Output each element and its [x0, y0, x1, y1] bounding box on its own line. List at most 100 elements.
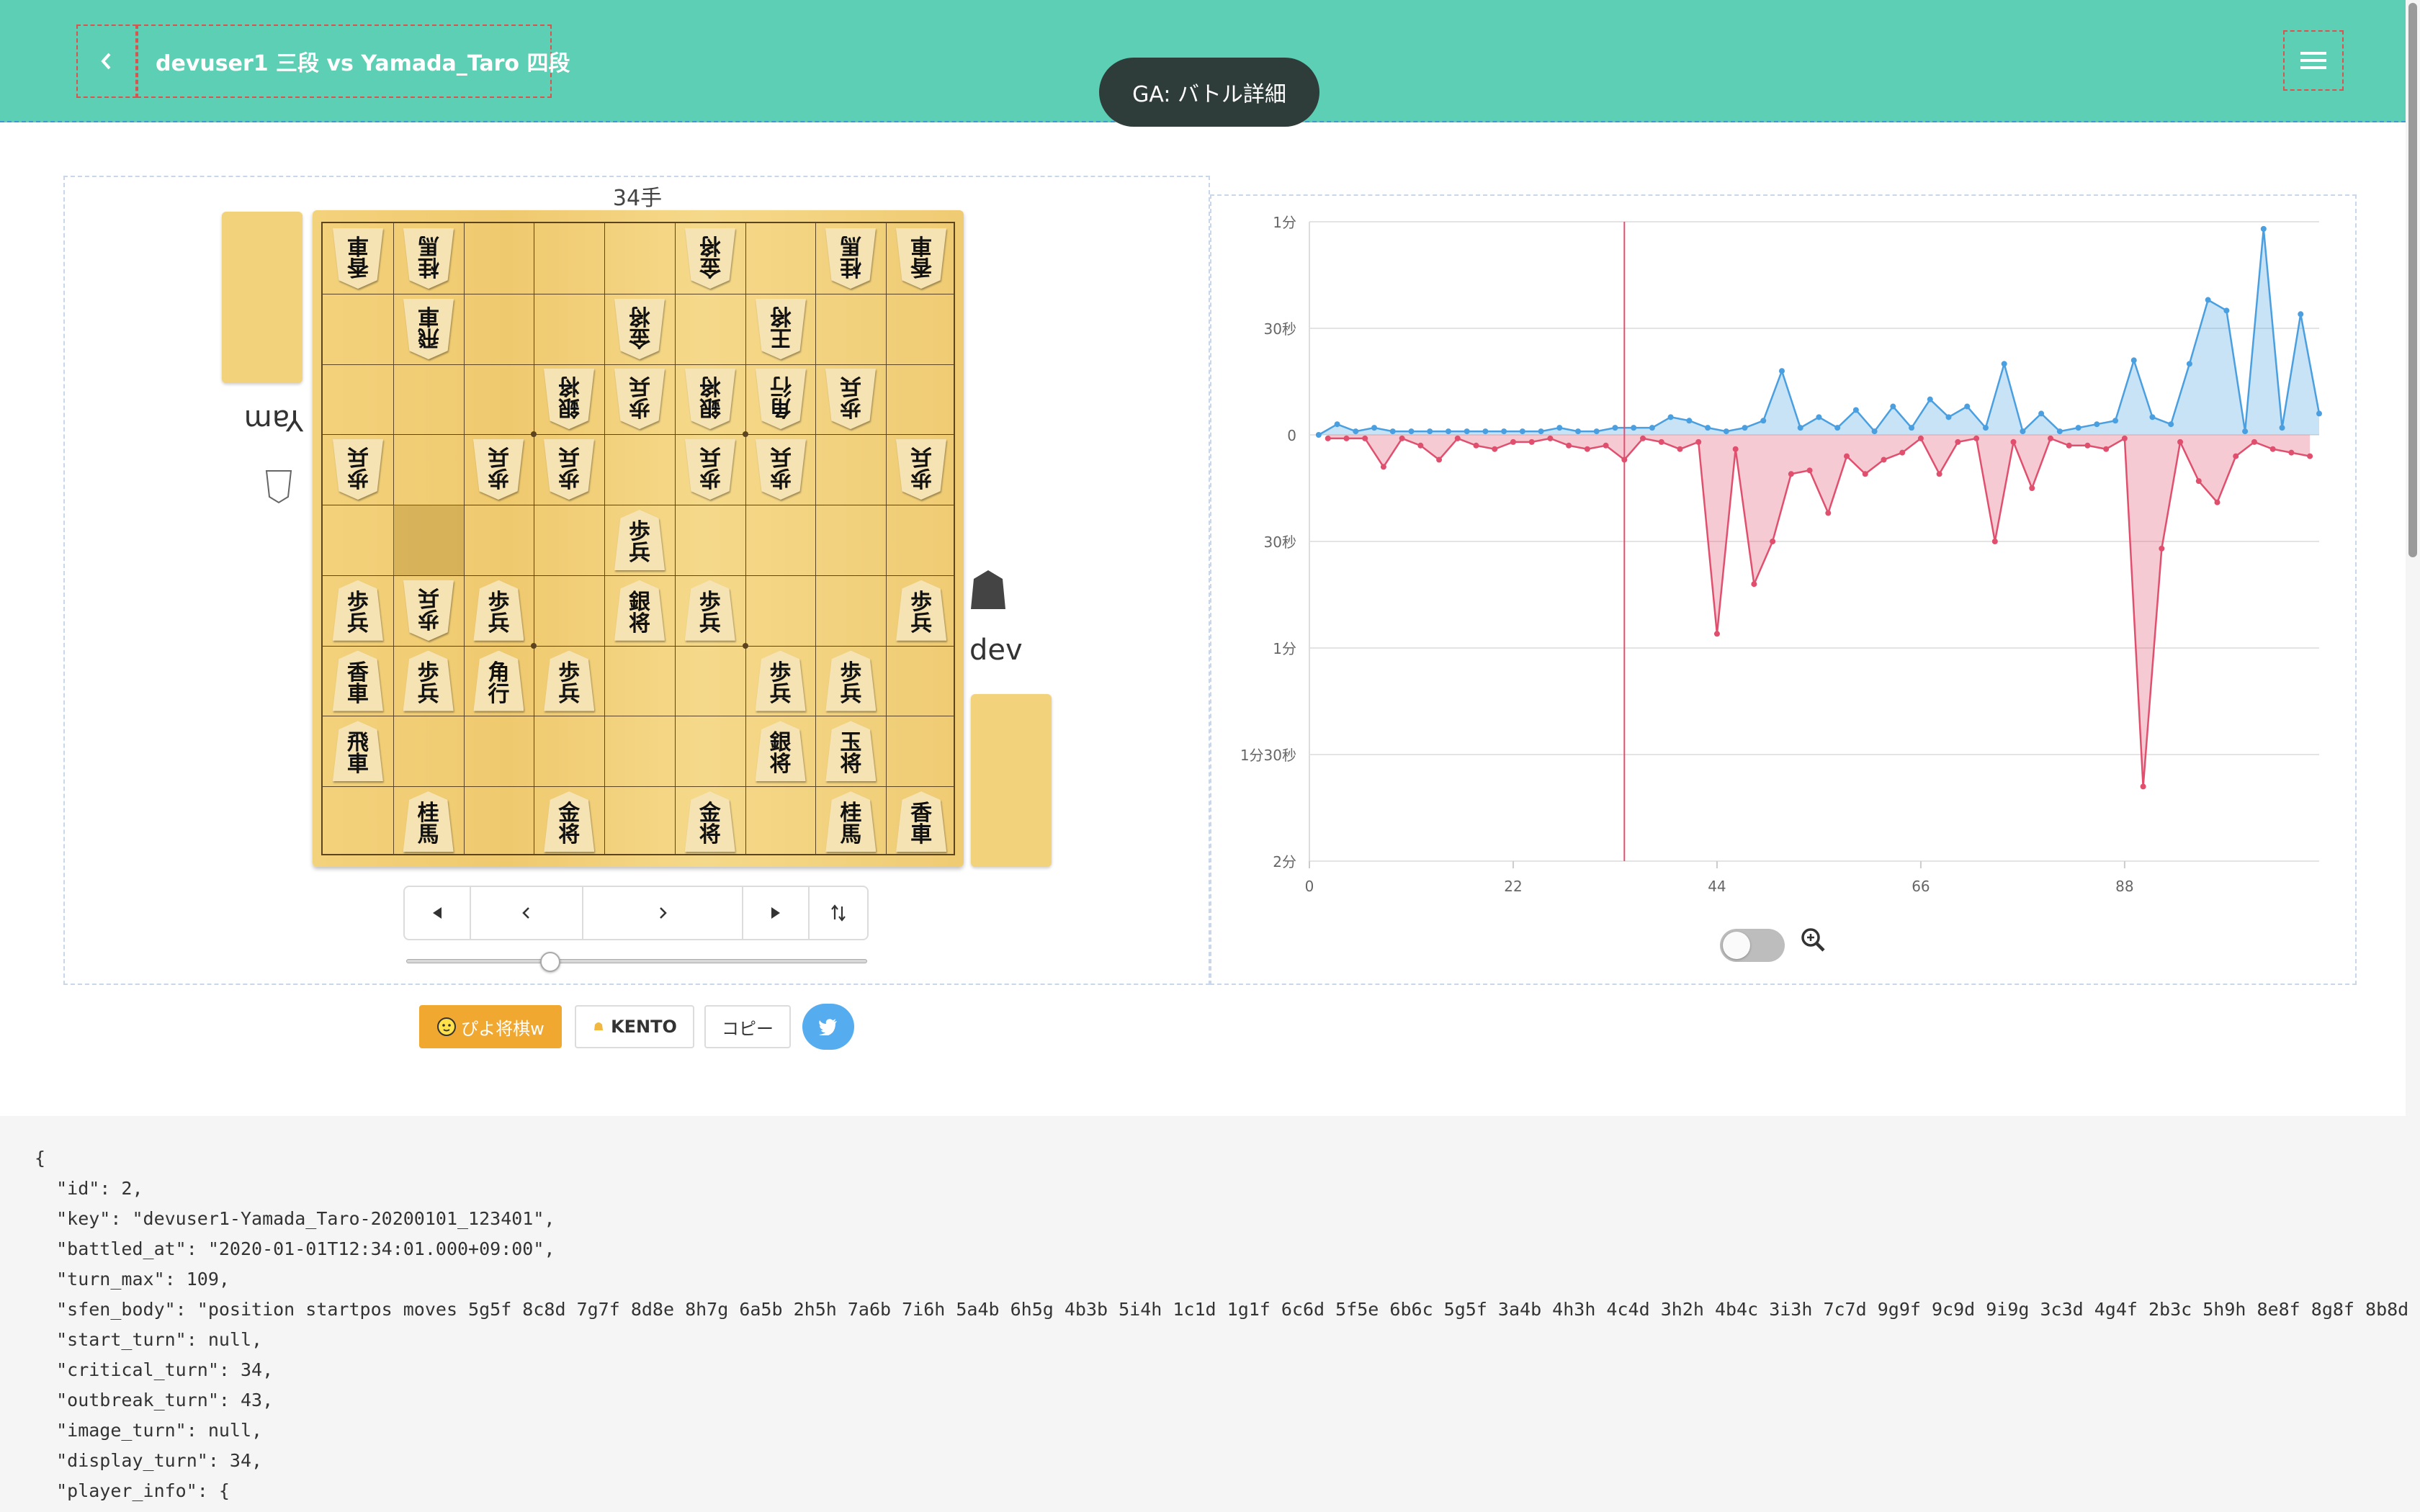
gote-piece[interactable]: 歩兵 — [544, 439, 594, 500]
board-square[interactable]: 歩兵 — [323, 434, 393, 505]
gote-piece[interactable]: 飛車 — [403, 299, 454, 359]
scrollbar-thumb[interactable] — [2408, 3, 2417, 557]
board-square[interactable]: 歩兵 — [745, 434, 816, 505]
board-square[interactable]: 歩兵 — [815, 364, 886, 435]
gote-piece[interactable]: 銀将 — [544, 369, 594, 429]
board-square[interactable]: 歩兵 — [886, 575, 956, 646]
board-square[interactable]: 角行 — [745, 364, 816, 435]
turn-slider[interactable] — [406, 952, 867, 972]
gote-hand[interactable] — [222, 212, 302, 383]
board-square[interactable]: 歩兵 — [745, 646, 816, 716]
slider-knob[interactable] — [539, 952, 560, 972]
sente-piece[interactable]: 飛車 — [332, 721, 383, 782]
board-square[interactable]: 金将 — [604, 294, 675, 364]
board-square[interactable]: 歩兵 — [675, 434, 745, 505]
sente-piece[interactable]: 歩兵 — [473, 580, 524, 641]
gote-piece[interactable]: 歩兵 — [685, 439, 735, 500]
board-square[interactable]: 香車 — [323, 223, 393, 294]
board-square[interactable]: 金将 — [675, 223, 745, 294]
last-move-button[interactable] — [743, 887, 810, 939]
gote-piece[interactable]: 桂馬 — [825, 228, 876, 289]
kento-button[interactable]: KENTO — [575, 1005, 694, 1048]
board-square[interactable]: 歩兵 — [464, 434, 534, 505]
sente-piece[interactable]: 歩兵 — [332, 580, 383, 641]
board-square[interactable]: 銀将 — [604, 575, 675, 646]
sente-piece[interactable]: 桂馬 — [825, 791, 877, 852]
board-square[interactable]: 飛車 — [393, 294, 464, 364]
gote-piece[interactable]: 王将 — [756, 299, 806, 359]
gote-piece[interactable]: 歩兵 — [614, 369, 665, 429]
board-square[interactable]: 歩兵 — [675, 575, 745, 646]
gote-piece[interactable]: 角行 — [756, 369, 806, 429]
board-square[interactable]: 銀将 — [675, 364, 745, 435]
gote-piece[interactable]: 歩兵 — [896, 439, 946, 500]
board-square[interactable]: 金将 — [534, 786, 604, 857]
sente-piece[interactable]: 歩兵 — [614, 510, 665, 570]
sente-piece[interactable]: 銀将 — [755, 721, 806, 782]
copy-button[interactable]: コピー — [704, 1005, 791, 1048]
board-square[interactable]: 歩兵 — [534, 434, 604, 505]
sente-piece[interactable]: 歩兵 — [684, 580, 735, 641]
slider-track[interactable] — [406, 959, 867, 963]
menu-button[interactable] — [2283, 30, 2344, 91]
sente-piece[interactable]: 玉将 — [825, 721, 877, 782]
gote-piece[interactable]: 歩兵 — [756, 439, 806, 500]
board-square[interactable]: 歩兵 — [886, 434, 956, 505]
gote-piece[interactable]: 歩兵 — [473, 439, 524, 500]
board-square[interactable]: 玉将 — [815, 716, 886, 786]
sente-piece[interactable]: 歩兵 — [896, 580, 947, 641]
gote-piece[interactable]: 桂馬 — [403, 228, 454, 289]
board-square[interactable]: 香車 — [323, 646, 393, 716]
gote-piece[interactable]: 金将 — [685, 228, 735, 289]
board-square[interactable]: 歩兵 — [604, 505, 675, 575]
sente-piece[interactable]: 金将 — [684, 791, 735, 852]
gote-piece[interactable]: 香車 — [896, 228, 946, 289]
next-move-button[interactable] — [583, 887, 743, 939]
board-square[interactable]: 歩兵 — [815, 646, 886, 716]
flip-board-button[interactable] — [810, 887, 867, 939]
board-square[interactable]: 桂馬 — [393, 223, 464, 294]
shogi-board[interactable]: 香車桂馬金将桂馬香車飛車金将王将銀将歩兵銀将角行歩兵歩兵歩兵歩兵歩兵歩兵歩兵歩兵… — [313, 210, 964, 867]
first-move-button[interactable] — [405, 887, 471, 939]
back-button[interactable] — [76, 24, 137, 98]
chart-mode-toggle[interactable] — [1720, 929, 1785, 962]
board-square[interactable]: 王将 — [745, 294, 816, 364]
board-square[interactable]: 銀将 — [745, 716, 816, 786]
sente-piece[interactable]: 桂馬 — [403, 791, 454, 852]
board-square[interactable]: 角行 — [464, 646, 534, 716]
zoom-in-icon[interactable] — [1799, 926, 1828, 955]
scrollbar[interactable] — [2406, 0, 2420, 1116]
toggle-knob[interactable] — [1723, 932, 1750, 959]
sente-piece[interactable]: 歩兵 — [544, 650, 595, 711]
board-square[interactable]: 桂馬 — [815, 786, 886, 857]
board-square[interactable]: 飛車 — [323, 716, 393, 786]
sente-piece[interactable]: 銀将 — [614, 580, 665, 641]
sente-piece[interactable]: 歩兵 — [755, 650, 806, 711]
board-square[interactable]: 桂馬 — [815, 223, 886, 294]
board-square[interactable]: 香車 — [886, 786, 956, 857]
prev-move-button[interactable] — [471, 887, 583, 939]
gote-piece[interactable]: 歩兵 — [333, 439, 383, 500]
board-square[interactable]: 歩兵 — [393, 646, 464, 716]
gote-piece[interactable]: 歩兵 — [403, 580, 454, 641]
board-square[interactable]: 歩兵 — [464, 575, 534, 646]
board-square[interactable]: 金将 — [675, 786, 745, 857]
gote-piece[interactable]: 金将 — [614, 299, 665, 359]
gote-piece[interactable]: 銀将 — [685, 369, 735, 429]
board-square[interactable]: 銀将 — [534, 364, 604, 435]
sente-piece[interactable]: 歩兵 — [403, 650, 454, 711]
board-square[interactable]: 桂馬 — [393, 786, 464, 857]
sente-piece[interactable]: 歩兵 — [825, 650, 877, 711]
sente-piece[interactable]: 香車 — [332, 650, 383, 711]
board-square[interactable]: 歩兵 — [323, 575, 393, 646]
board-square[interactable]: 歩兵 — [393, 575, 464, 646]
sente-hand[interactable] — [971, 694, 1052, 867]
sente-piece[interactable]: 香車 — [896, 791, 947, 852]
twitter-share-button[interactable] — [802, 1004, 854, 1050]
piyo-shogi-button[interactable]: ぴよ将棋w — [419, 1005, 562, 1048]
gote-piece[interactable]: 香車 — [333, 228, 383, 289]
board-square[interactable]: 香車 — [886, 223, 956, 294]
sente-piece[interactable]: 金将 — [544, 791, 595, 852]
sente-piece[interactable]: 角行 — [473, 650, 524, 711]
board-square[interactable]: 歩兵 — [534, 646, 604, 716]
